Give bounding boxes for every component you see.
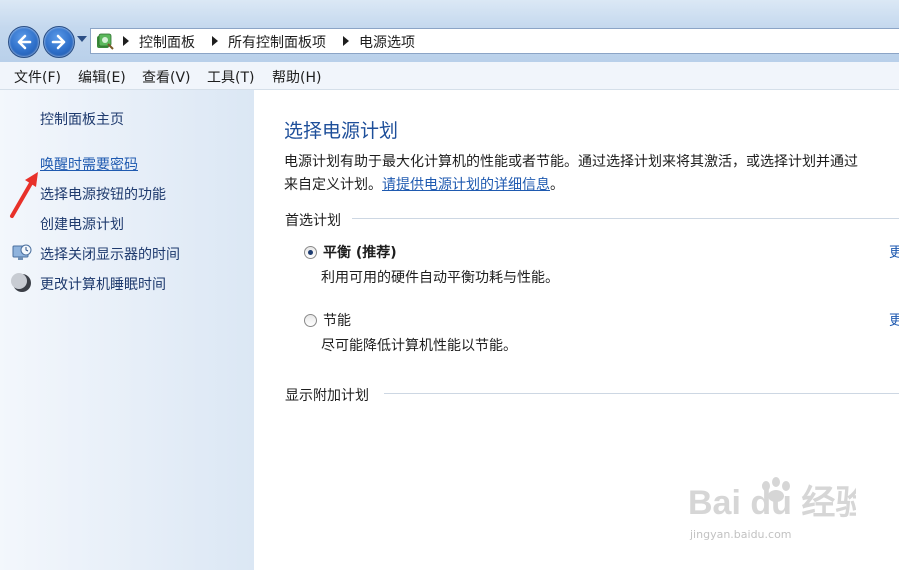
moon-icon — [11, 273, 31, 292]
menu-edit[interactable]: 编辑(E) — [78, 67, 126, 87]
choose-display-off-time-link[interactable]: 选择关闭显示器的时间 — [40, 244, 180, 264]
page-description: 电源计划有助于最大化计算机的性能或者节能。通过选择计划来将其激活，或选择计划并通… — [284, 151, 899, 197]
create-power-plan-link[interactable]: 创建电源计划 — [40, 214, 124, 234]
breadcrumb-separator-icon — [123, 36, 129, 46]
choose-power-button-link[interactable]: 选择电源按钮的功能 — [40, 184, 166, 204]
forward-arrow-icon — [51, 34, 66, 50]
power-saver-plan-description: 尽可能降低计算机性能以节能。 — [321, 338, 517, 354]
description-line-2: 来自定义计划。请提供电源计划的详细信息。 — [284, 174, 899, 197]
address-toolbar: 控制面板 所有控制面板项 电源选项 — [0, 0, 899, 62]
balanced-plan-description: 利用可用的硬件自动平衡功耗与性能。 — [321, 270, 559, 286]
section-divider — [384, 393, 899, 394]
control-panel-icon — [97, 33, 114, 50]
page-title: 选择电源计划 — [284, 120, 399, 142]
monitor-clock-icon — [12, 244, 32, 260]
watermark-url: jingyan.baidu.com — [690, 528, 792, 541]
watermark-brand: Bai du 经验 — [688, 483, 856, 522]
back-button[interactable] — [8, 26, 40, 58]
description-line-1: 电源计划有助于最大化计算机的性能或者节能。通过选择计划来将其激活，或选择计划并通… — [284, 154, 858, 170]
balanced-plan-radio[interactable] — [304, 246, 317, 259]
menu-file[interactable]: 文件(F) — [14, 67, 61, 87]
power-saver-plan-settings-link[interactable]: 更 — [889, 310, 899, 330]
breadcrumb-all-items[interactable]: 所有控制面板项 — [228, 32, 326, 52]
balanced-plan-name[interactable]: 平衡 (推荐) — [323, 242, 397, 262]
menu-tools[interactable]: 工具(T) — [207, 67, 254, 87]
menu-bar: 文件(F) 编辑(E) 查看(V) 工具(T) 帮助(H) — [0, 62, 899, 90]
balanced-plan-settings-link[interactable]: 更 — [889, 242, 899, 262]
address-bar[interactable]: 控制面板 所有控制面板项 电源选项 — [90, 28, 899, 54]
forward-button[interactable] — [43, 26, 75, 58]
plan-details-link[interactable]: 请提供电源计划的详细信息 — [382, 177, 550, 193]
show-additional-plans-toggle[interactable]: 显示附加计划 — [285, 385, 369, 405]
power-saver-plan-name[interactable]: 节能 — [323, 310, 351, 330]
task-pane: 控制面板主页 唤醒时需要密码 选择电源按钮的功能 创建电源计划 选择关闭显示器的… — [0, 90, 254, 570]
breadcrumb-separator-icon — [343, 36, 349, 46]
section-divider — [352, 218, 899, 219]
annotation-arrow-icon — [10, 172, 38, 218]
change-sleep-time-link[interactable]: 更改计算机睡眠时间 — [40, 274, 166, 294]
back-arrow-icon — [17, 34, 32, 50]
description-suffix: 。 — [550, 177, 564, 193]
require-password-on-wakeup-link[interactable]: 唤醒时需要密码 — [40, 154, 138, 174]
power-saver-plan-radio[interactable] — [304, 314, 317, 327]
control-panel-home-link[interactable]: 控制面板主页 — [40, 109, 124, 129]
breadcrumb-power-options[interactable]: 电源选项 — [359, 32, 415, 52]
breadcrumb-separator-icon — [212, 36, 218, 46]
preferred-plans-heading: 首选计划 — [285, 213, 341, 229]
recent-pages-dropdown[interactable] — [77, 36, 87, 42]
menu-help[interactable]: 帮助(H) — [272, 67, 321, 87]
breadcrumb-control-panel[interactable]: 控制面板 — [139, 32, 195, 52]
baidu-jingyan-watermark: Bai du 经验 — [688, 477, 856, 522]
description-prefix: 来自定义计划。 — [284, 177, 382, 193]
menu-view[interactable]: 查看(V) — [142, 67, 191, 87]
